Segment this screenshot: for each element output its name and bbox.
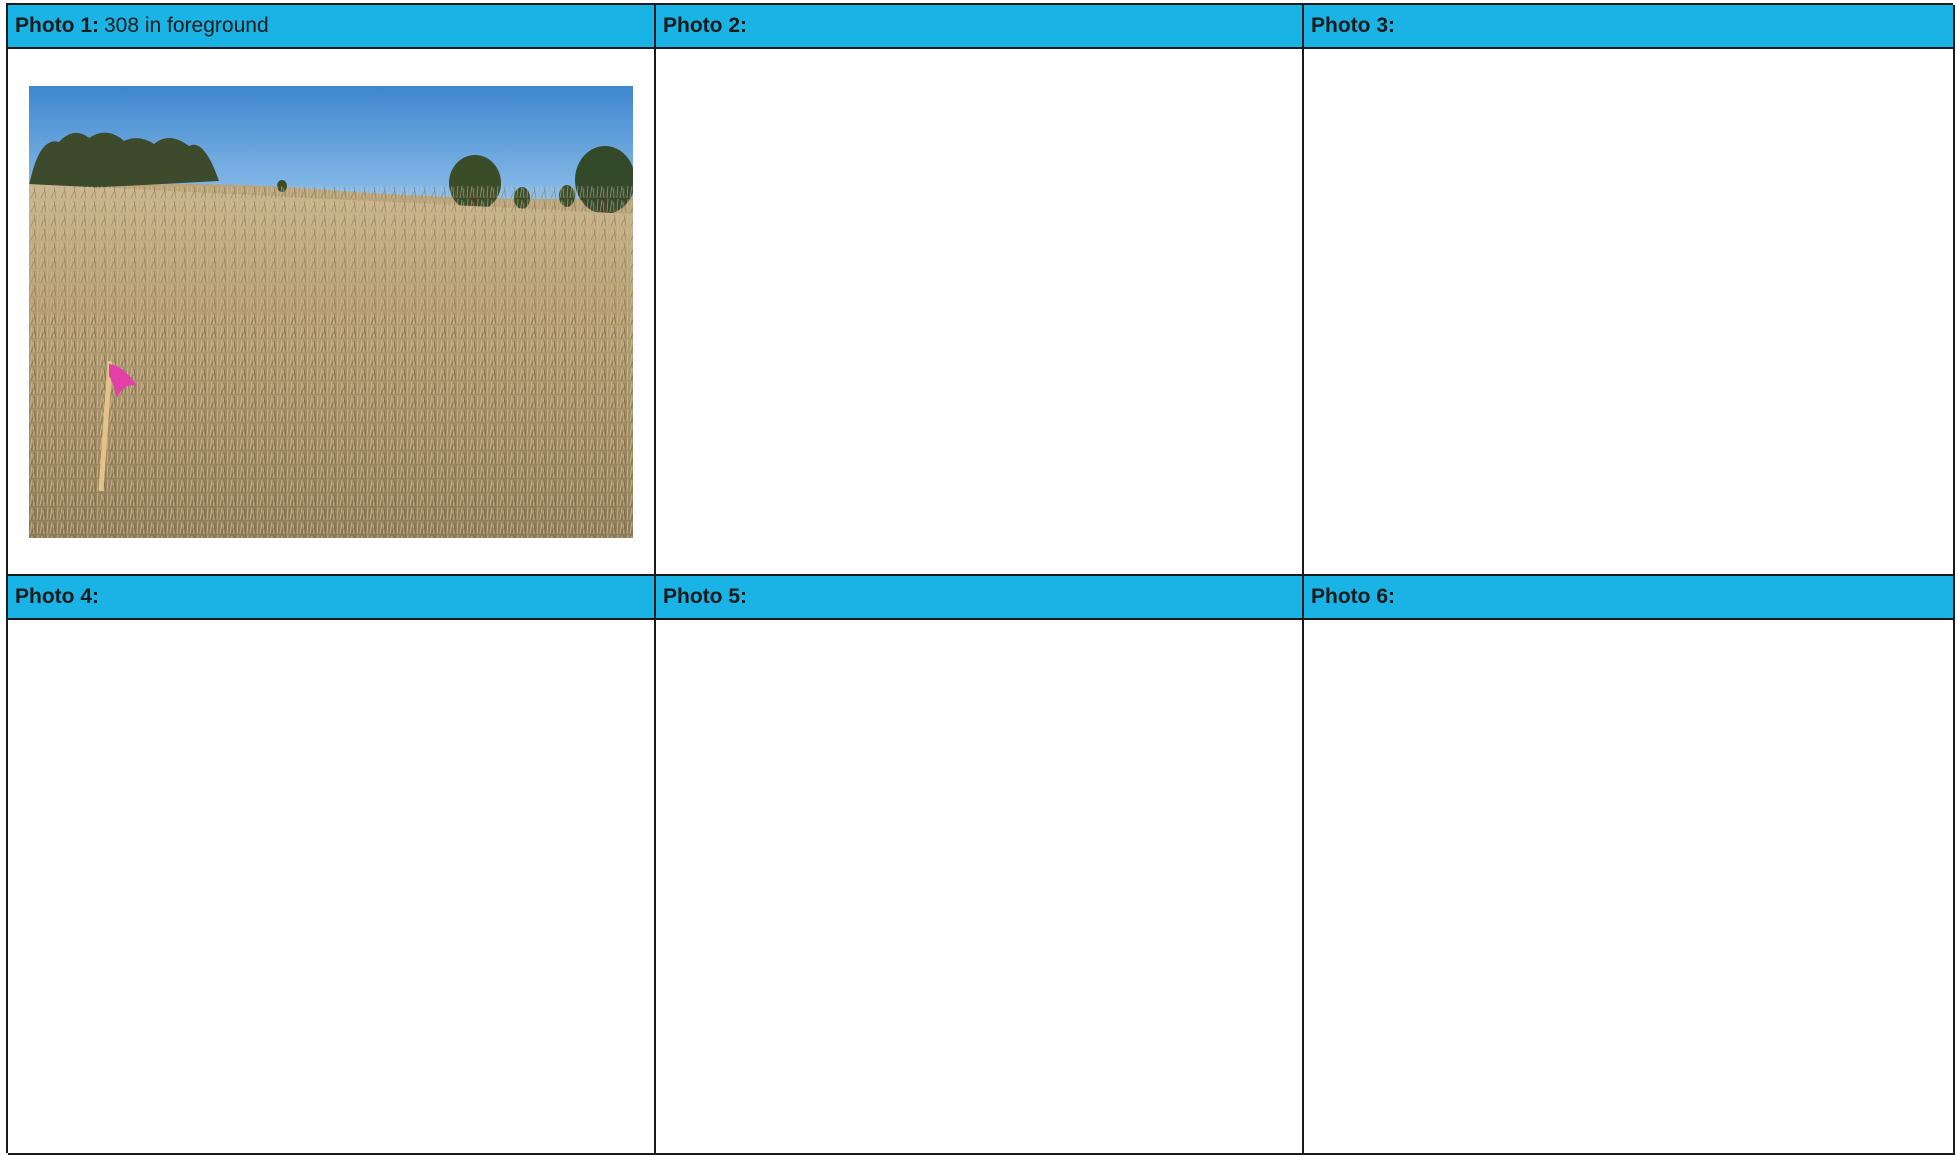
photo-label-6: Photo 6: bbox=[1311, 585, 1395, 608]
photo-body-4 bbox=[8, 620, 654, 1153]
photo-grid: Photo 1: 308 in foreground Photo 2: Phot… bbox=[6, 3, 1955, 1155]
grassland-photo bbox=[29, 86, 633, 538]
photo-header-5: Photo 5: bbox=[656, 576, 1302, 620]
photo-cell-1: Photo 1: 308 in foreground bbox=[8, 5, 656, 576]
photo-body-3 bbox=[1304, 49, 1953, 574]
photo-cell-4: Photo 4: bbox=[8, 576, 656, 1155]
photo-cell-2: Photo 2: bbox=[656, 5, 1304, 576]
photo-body-2 bbox=[656, 49, 1302, 574]
photo-header-1: Photo 1: 308 in foreground bbox=[8, 5, 654, 49]
photo-label-3: Photo 3: bbox=[1311, 14, 1395, 37]
photo-header-4: Photo 4: bbox=[8, 576, 654, 620]
photo-header-6: Photo 6: bbox=[1304, 576, 1953, 620]
photo-header-2: Photo 2: bbox=[656, 5, 1302, 49]
photo-label-4: Photo 4: bbox=[15, 585, 99, 608]
photo-cell-5: Photo 5: bbox=[656, 576, 1304, 1155]
photo-header-3: Photo 3: bbox=[1304, 5, 1953, 49]
photo-body-6 bbox=[1304, 620, 1953, 1153]
photo-label-2: Photo 2: bbox=[663, 14, 747, 37]
photo-body-1 bbox=[8, 49, 654, 574]
photo-label-1: Photo 1: bbox=[15, 14, 99, 37]
photo-caption-1: 308 in foreground bbox=[104, 14, 269, 37]
photo-cell-3: Photo 3: bbox=[1304, 5, 1955, 576]
photo-label-5: Photo 5: bbox=[663, 585, 747, 608]
photo-body-5 bbox=[656, 620, 1302, 1153]
photo-cell-6: Photo 6: bbox=[1304, 576, 1955, 1155]
